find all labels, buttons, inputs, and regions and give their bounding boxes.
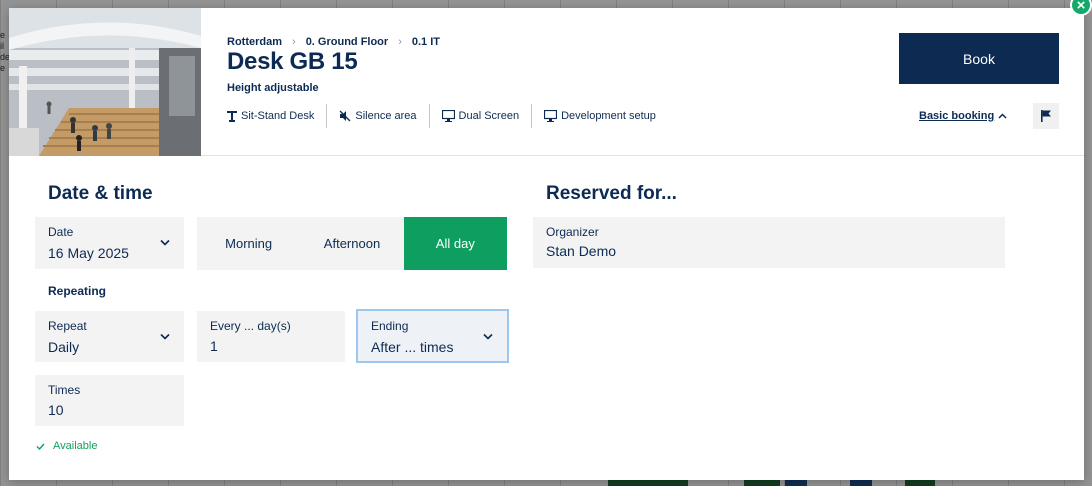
repeating-heading: Repeating <box>48 284 107 298</box>
feature-label: Development setup <box>561 110 656 122</box>
chevron-down-icon <box>483 333 493 340</box>
feature-label: Silence area <box>355 110 417 122</box>
ending-label: Ending <box>371 319 409 333</box>
segment-afternoon[interactable]: Afternoon <box>300 217 403 270</box>
chevron-down-icon <box>160 333 170 340</box>
date-value: 16 May 2025 <box>48 245 129 261</box>
basic-booking-toggle[interactable]: Basic booking <box>919 110 1007 122</box>
mute-icon <box>339 110 351 122</box>
booking-modal: × Rotterdam › 0. Ground Floor › 0.1 IT D… <box>9 0 1092 480</box>
feature-development-setup: Development setup <box>532 104 668 128</box>
feature-list: Sit-Stand Desk Silence area Dual Screen … <box>227 104 668 128</box>
segment-all-day[interactable]: All day <box>403 217 507 270</box>
check-icon <box>36 443 45 450</box>
organizer-label: Organizer <box>546 225 599 239</box>
basic-booking-label: Basic booking <box>919 110 995 122</box>
organizer-value: Stan Demo <box>546 243 617 259</box>
chevron-right-icon: › <box>398 36 402 48</box>
availability-status: Available <box>36 440 97 452</box>
modal-header: Rotterdam › 0. Ground Floor › 0.1 IT Des… <box>9 8 1084 156</box>
ending-select[interactable]: Ending After ... times <box>356 309 509 363</box>
report-button[interactable] <box>1033 103 1059 129</box>
repeat-label: Repeat <box>48 319 87 333</box>
date-label: Date <box>48 225 74 239</box>
organizer-field[interactable]: Organizer Stan Demo <box>533 217 1005 268</box>
feature-silence: Silence area <box>327 104 430 128</box>
desk-icon <box>227 111 237 122</box>
breadcrumb-item-floor[interactable]: 0. Ground Floor <box>306 36 389 48</box>
every-label: Every ... day(s) <box>210 319 291 333</box>
every-value: 1 <box>210 338 218 354</box>
every-days-input[interactable]: Every ... day(s) 1 <box>197 311 345 362</box>
times-input[interactable]: Times 10 <box>35 375 184 426</box>
page-title: Desk GB 15 <box>227 48 358 75</box>
monitor-icon <box>544 110 558 122</box>
chevron-down-icon <box>160 239 170 246</box>
reserved-for-heading: Reserved for... <box>546 183 677 204</box>
chevron-up-icon <box>998 113 1007 119</box>
times-label: Times <box>48 383 81 397</box>
segment-morning[interactable]: Morning <box>197 217 300 270</box>
feature-label: Sit-Stand Desk <box>241 110 315 122</box>
desk-photo <box>9 8 201 156</box>
monitor-icon <box>441 110 455 122</box>
breadcrumb-item-city[interactable]: Rotterdam <box>227 36 282 48</box>
feature-label: Dual Screen <box>458 110 520 122</box>
chevron-right-icon: › <box>292 36 296 48</box>
repeat-select[interactable]: Repeat Daily <box>35 311 184 362</box>
feature-sit-stand: Sit-Stand Desk <box>227 104 328 128</box>
ending-value: After ... times <box>371 339 454 355</box>
book-button[interactable]: Book <box>899 33 1059 84</box>
desk-subtitle: Height adjustable <box>227 82 319 94</box>
feature-dual-screen: Dual Screen <box>430 104 533 128</box>
date-picker[interactable]: Date 16 May 2025 <box>35 217 184 269</box>
breadcrumb: Rotterdam › 0. Ground Floor › 0.1 IT <box>227 36 440 48</box>
repeat-value: Daily <box>48 339 80 355</box>
breadcrumb-item-area[interactable]: 0.1 IT <box>412 36 440 48</box>
flag-icon <box>1041 110 1051 122</box>
date-time-heading: Date & time <box>48 183 153 204</box>
available-text: Available <box>53 440 98 452</box>
time-of-day-selector: Morning Afternoon All day <box>197 217 507 270</box>
times-value: 10 <box>48 402 64 418</box>
